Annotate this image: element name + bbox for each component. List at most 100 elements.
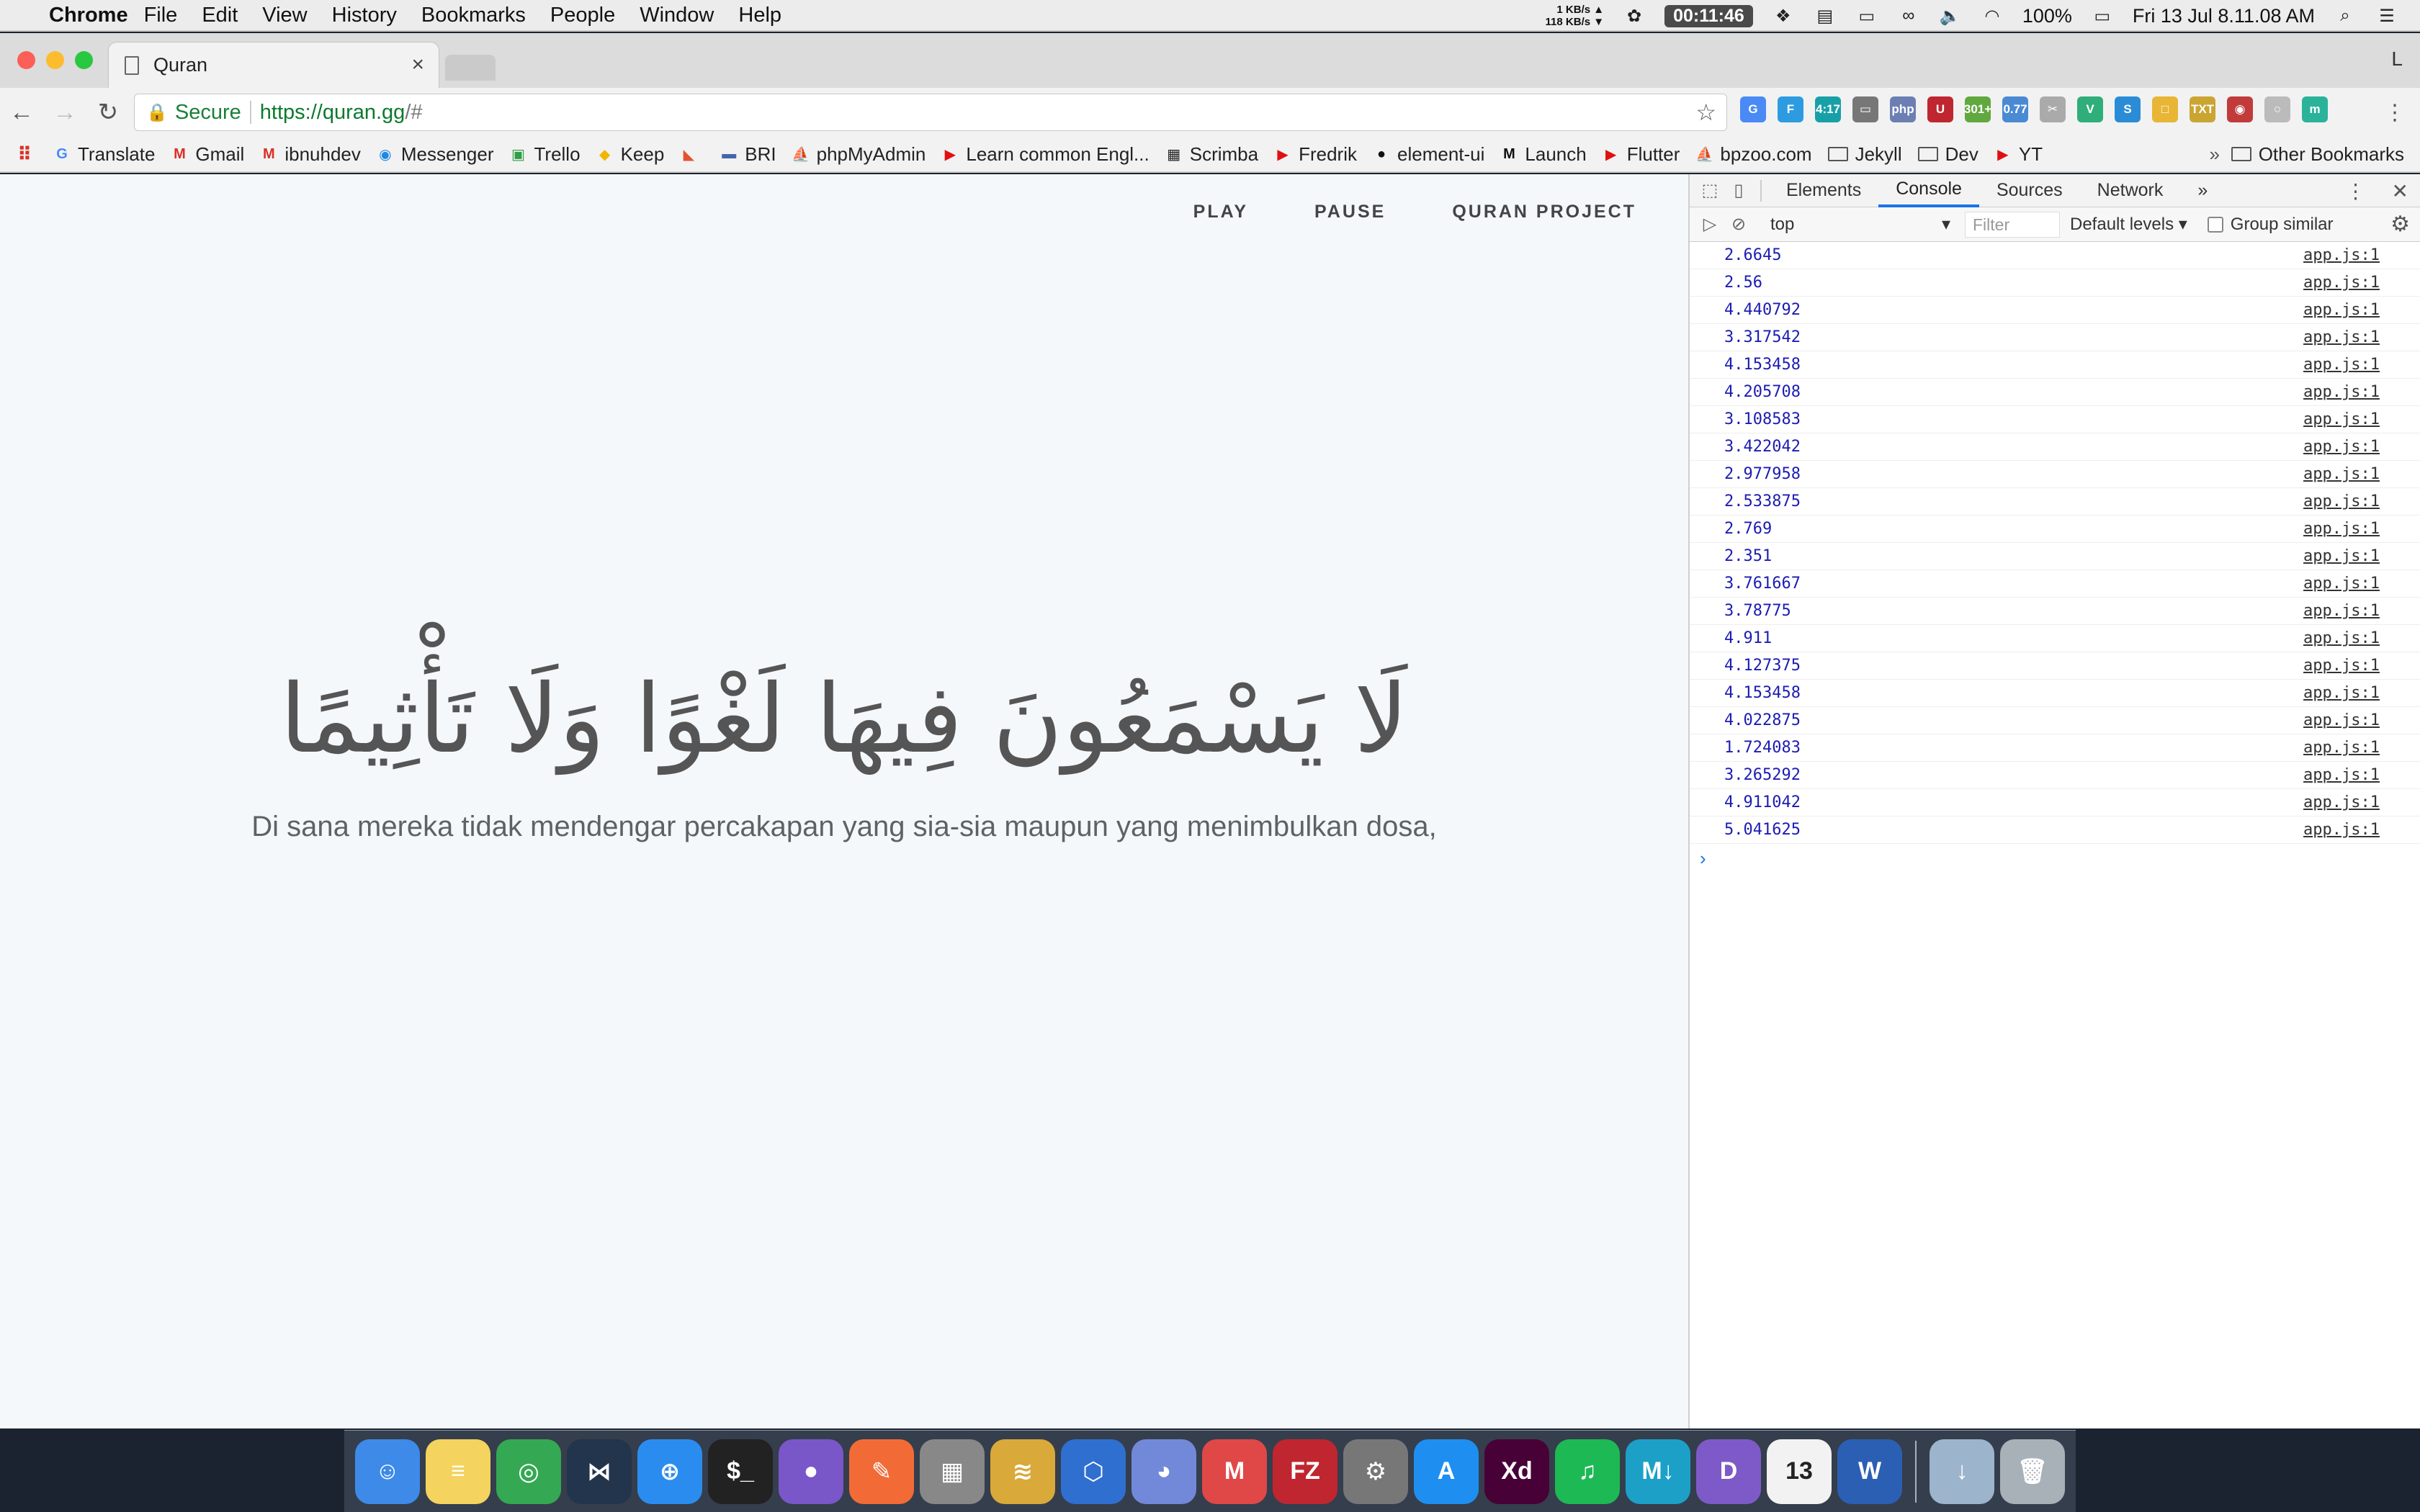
console-prompt[interactable]: › (1690, 844, 2420, 873)
window-close-button[interactable] (17, 51, 35, 69)
address-bar[interactable]: 🔒 Secure https://quran.gg /# ☆ (134, 94, 1727, 131)
log-source-link[interactable]: app.js:1 (2303, 762, 2380, 789)
dock-spotify-icon[interactable]: ♫ (1555, 1439, 1620, 1504)
creative-cloud-icon[interactable]: ∞ (1897, 5, 1920, 27)
extension-icon[interactable]: ✂ (2040, 96, 2066, 122)
apps-grid-icon[interactable]: ⠿ (16, 143, 33, 165)
bookmark-item[interactable]: ⛵ phpMyAdmin (792, 143, 926, 166)
window-zoom-button[interactable] (75, 51, 93, 69)
dock-terminal-icon[interactable]: $_ (708, 1439, 773, 1504)
sync-icon[interactable]: ✿ (1623, 5, 1646, 27)
bookmark-item[interactable]: ◣ (680, 145, 704, 163)
console-settings-gear-icon[interactable]: ⚙ (2390, 212, 2410, 237)
dock-filezilla-icon[interactable]: FZ (1273, 1439, 1337, 1504)
extension-icon[interactable]: U (1927, 96, 1953, 122)
log-source-link[interactable]: app.js:1 (2303, 488, 2380, 516)
clock[interactable]: Fri 13 Jul 8.11.08 AM (2133, 5, 2315, 27)
new-tab-button[interactable] (445, 55, 496, 81)
extension-icon[interactable]: 0.77 (2002, 96, 2028, 122)
extension-icon[interactable]: S (2115, 96, 2141, 122)
bookmarks-overflow-icon[interactable]: » (2210, 143, 2220, 166)
extension-icon[interactable]: m (2302, 96, 2328, 122)
dock-word-icon[interactable]: W (1837, 1439, 1902, 1504)
tab-sources[interactable]: Sources (1979, 174, 2080, 207)
bookmark-item[interactable]: ▬ BRI (720, 143, 776, 166)
tab-close-icon[interactable]: × (411, 53, 424, 77)
dock-network-icon[interactable]: ⬡ (1061, 1439, 1126, 1504)
clear-console-icon[interactable]: ⊘ (1724, 214, 1753, 235)
dock-calendar-icon[interactable]: 13 (1767, 1439, 1832, 1504)
bookmark-item[interactable]: ● element-ui (1373, 143, 1484, 166)
dock-vscode-icon[interactable]: ⋈ (567, 1439, 632, 1504)
bookmark-item[interactable]: Jekyll (1827, 143, 1902, 166)
notification-center-icon[interactable]: ☰ (2375, 5, 2398, 27)
window-minimize-button[interactable] (46, 51, 64, 69)
bookmark-item[interactable]: G Translate (53, 143, 155, 166)
chrome-menu-icon[interactable]: ⋮ (2384, 100, 2406, 125)
log-source-link[interactable]: app.js:1 (2303, 652, 2380, 680)
log-source-link[interactable]: app.js:1 (2303, 324, 2380, 351)
quran-project-link[interactable]: QURAN PROJECT (1452, 202, 1636, 222)
menu-bookmarks[interactable]: Bookmarks (421, 4, 526, 27)
bookmark-item[interactable]: Dev (1917, 143, 1978, 166)
menu-window[interactable]: Window (640, 4, 714, 27)
bookmark-item[interactable]: ▶ YT (1994, 143, 2043, 166)
network-rate[interactable]: 1 KB/s ▲ 118 KB/s ▼ (1546, 4, 1605, 28)
bookmark-item[interactable]: ◉ Messenger (377, 143, 493, 166)
log-source-link[interactable]: app.js:1 (2303, 734, 2380, 762)
log-source-link[interactable]: app.js:1 (2303, 269, 2380, 297)
dock-trash-icon[interactable]: 🗑 (2000, 1439, 2065, 1504)
dock-postman-icon[interactable]: ✎ (849, 1439, 914, 1504)
log-source-link[interactable]: app.js:1 (2303, 406, 2380, 433)
dock-mailspring-icon[interactable]: M (1202, 1439, 1267, 1504)
dock-app-store-icon[interactable]: A (1414, 1439, 1479, 1504)
browser-tab-quran[interactable]: Quran × (108, 42, 439, 88)
dock-github-icon[interactable]: ● (779, 1439, 843, 1504)
devtools-menu-icon[interactable]: ⋮ (2346, 179, 2366, 203)
dock-docs-icon[interactable]: D (1696, 1439, 1761, 1504)
log-source-link[interactable]: app.js:1 (2303, 543, 2380, 570)
tab-elements[interactable]: Elements (1769, 174, 1878, 207)
bookmark-item[interactable]: ▦ Scrimba (1165, 143, 1258, 166)
log-source-link[interactable]: app.js:1 (2303, 789, 2380, 816)
log-source-link[interactable]: app.js:1 (2303, 598, 2380, 625)
log-source-link[interactable]: app.js:1 (2303, 297, 2380, 324)
battery-percent[interactable]: 100% (2022, 5, 2072, 27)
menu-history[interactable]: History (332, 4, 397, 27)
bookmark-item[interactable]: ▶ Flutter (1603, 143, 1680, 166)
inspect-element-icon[interactable]: ⬚ (1695, 180, 1724, 201)
bookmark-item[interactable]: M Launch (1500, 143, 1587, 166)
bookmark-item[interactable]: Mibnuhdev (260, 143, 361, 166)
forward-arrow-icon[interactable]: → (43, 99, 86, 127)
bookmark-item[interactable]: ◆ Keep (596, 143, 664, 166)
play-link[interactable]: PLAY (1193, 202, 1248, 222)
log-source-link[interactable]: app.js:1 (2303, 570, 2380, 598)
dock-adobe-xd-icon[interactable]: Xd (1484, 1439, 1549, 1504)
extension-icon[interactable]: ○ (2264, 96, 2290, 122)
extension-icon[interactable]: □ (2152, 96, 2178, 122)
dock-chrome-icon[interactable]: ◎ (496, 1439, 561, 1504)
clipboard-icon[interactable]: ▤ (1814, 5, 1837, 27)
battery-icon[interactable]: ▭ (2091, 5, 2114, 27)
log-source-link[interactable]: app.js:1 (2303, 625, 2380, 652)
extension-icon[interactable]: F (1778, 96, 1803, 122)
dock-notes-icon[interactable]: ≡ (426, 1439, 490, 1504)
timer-badge[interactable]: 00:11:46 (1664, 4, 1753, 27)
bookmark-item[interactable]: ▶ Learn common Engl... (941, 143, 1150, 166)
log-source-link[interactable]: app.js:1 (2303, 242, 2380, 269)
group-similar-checkbox[interactable] (2207, 216, 2223, 233)
volume-icon[interactable]: 🔈 (1939, 5, 1962, 27)
log-source-link[interactable]: app.js:1 (2303, 707, 2380, 734)
dock-system-preferences-icon[interactable]: ⚙ (1343, 1439, 1408, 1504)
devtools-close-icon[interactable]: ✕ (2392, 179, 2408, 203)
bookmark-item[interactable]: ⛵ bpzoo.com (1695, 143, 1812, 166)
dock-downloads-icon[interactable]: ↓ (1930, 1439, 1994, 1504)
log-source-link[interactable]: app.js:1 (2303, 351, 2380, 379)
display-icon[interactable]: ▭ (1855, 5, 1878, 27)
profile-button[interactable]: L (2391, 48, 2403, 71)
extension-icon[interactable]: TXT (2190, 96, 2215, 122)
log-source-link[interactable]: app.js:1 (2303, 433, 2380, 461)
dock-safari-icon[interactable]: ⊕ (637, 1439, 702, 1504)
menu-app-name[interactable]: Chrome (49, 4, 128, 27)
back-arrow-icon[interactable]: ← (0, 99, 43, 127)
